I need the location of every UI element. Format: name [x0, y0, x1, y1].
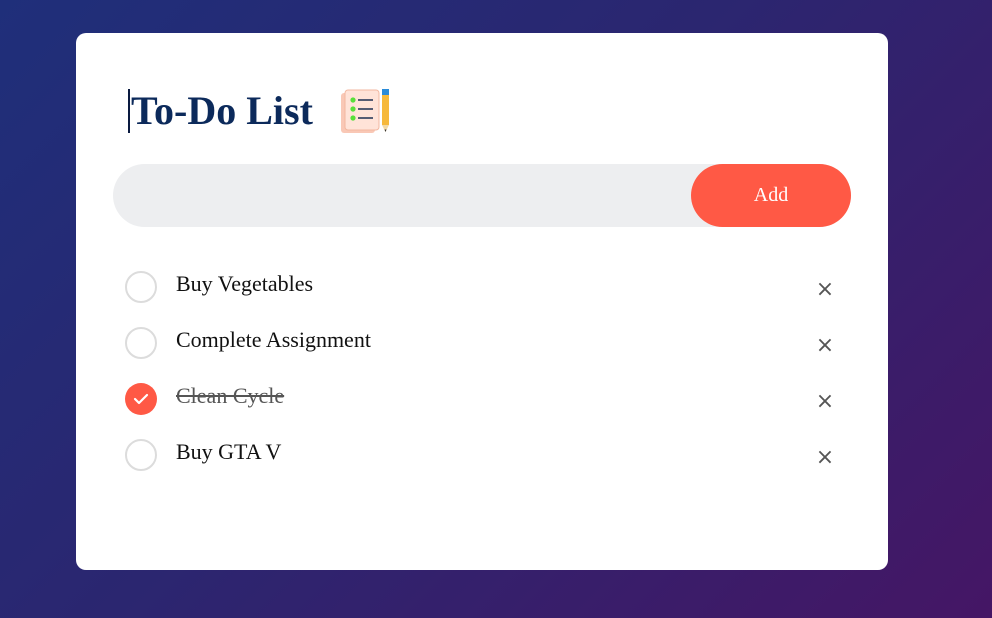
- unchecked-circle-icon[interactable]: [125, 271, 157, 303]
- task-item[interactable]: Buy Vegetables ×: [125, 265, 840, 321]
- page-title: To-Do List: [131, 88, 313, 133]
- close-icon[interactable]: ×: [810, 443, 840, 473]
- task-text: Buy GTA V: [176, 439, 282, 464]
- task-text: Buy Vegetables: [176, 271, 314, 296]
- unchecked-circle-icon[interactable]: [125, 439, 157, 471]
- checklist-notepad-pencil-icon: [340, 89, 389, 133]
- task-text: Clean Cycle: [176, 383, 285, 408]
- close-icon[interactable]: ×: [810, 387, 840, 417]
- task-item[interactable]: Complete Assignment ×: [125, 321, 840, 377]
- header: To-Do List: [128, 87, 393, 135]
- task-input[interactable]: [135, 164, 679, 229]
- unchecked-circle-icon[interactable]: [125, 327, 157, 359]
- task-text: Complete Assignment: [176, 327, 371, 352]
- add-button[interactable]: Add: [691, 164, 851, 227]
- text-cursor: [128, 89, 130, 133]
- checked-circle-icon[interactable]: [125, 383, 157, 415]
- close-icon[interactable]: ×: [810, 275, 840, 305]
- task-item[interactable]: Buy GTA V ×: [125, 433, 840, 489]
- checkmark-icon: [133, 393, 149, 405]
- close-icon[interactable]: ×: [810, 331, 840, 361]
- todo-card: To-Do List Add Buy Vegetables × Complete…: [76, 33, 888, 570]
- task-item[interactable]: Clean Cycle ×: [125, 377, 840, 433]
- add-task-row: Add: [113, 164, 851, 229]
- task-list: Buy Vegetables × Complete Assignment × C…: [125, 265, 840, 489]
